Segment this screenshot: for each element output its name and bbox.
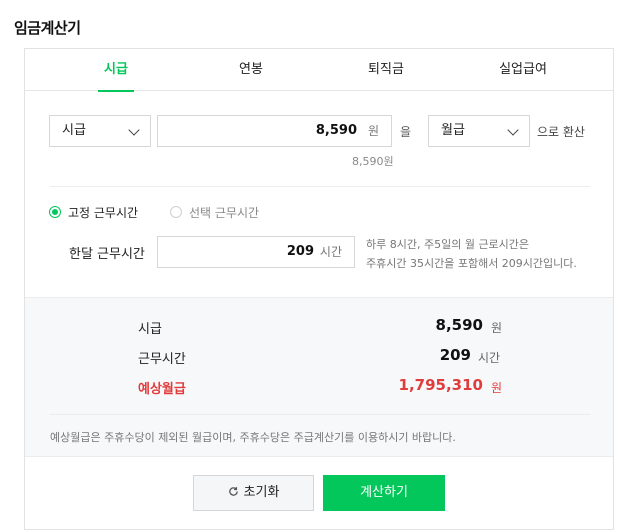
calculate-button[interactable]: 계산하기 [323,475,445,511]
amount-unit: 원 [367,124,379,138]
result-wage-unit: 원 [491,321,503,335]
calculate-button-label: 계산하기 [360,485,408,500]
result-divider [50,414,590,415]
convert-suffix: 으로 환산 [537,125,585,139]
wage-calculator-card: 시급 연봉 퇴직금 실업급여 시급 8,590 원 을 월급 으로 환산 8,5… [24,48,614,530]
particle-text: 을 [400,125,412,139]
page-title: 임금계산기 [14,19,81,37]
selected-hours-label: 선택 근무시간 [189,206,260,220]
chevron-down-icon [507,124,519,136]
tab-label: 연봉 [239,62,263,77]
reset-button[interactable]: 초기화 [193,475,314,511]
tab-label: 시급 [104,62,128,77]
result-wage-label: 시급 [138,322,162,337]
tab-label: 실업급여 [499,62,547,77]
tab-bar: 시급 연봉 퇴직금 실업급여 [25,49,613,92]
radio-unchecked-icon [170,206,182,218]
monthly-hours-label: 한달 근무시간 [69,247,145,262]
result-hours-value: 209 [439,346,471,364]
monthly-hours-unit: 시간 [319,245,342,259]
result-expected-unit: 원 [491,381,503,395]
to-unit-value: 월급 [441,123,465,138]
result-panel: 시급 8,590 원 근무시간 209 시간 예상월급 1,795,310 원 … [25,297,613,457]
fixed-hours-radio[interactable]: 고정 근무시간 [49,204,149,220]
amount-input[interactable]: 8,590 원 [157,115,392,147]
result-expected-value: 1,795,310 [398,376,483,394]
result-note: 예상월급은 주휴수당이 제외된 월급이며, 주휴수당은 주급계산기를 이용하시기… [50,431,456,444]
result-wage-value: 8,590 [435,316,483,334]
refresh-icon [228,487,238,496]
result-hours-unit: 시간 [478,351,501,365]
tab-unemployment[interactable]: 실업급여 [483,49,563,91]
tab-label: 퇴직금 [368,62,404,77]
amount-value: 8,590 [315,123,357,138]
monthly-hours-input[interactable]: 209 시간 [157,236,355,268]
result-expected-label: 예상월급 [138,382,186,397]
selected-hours-radio[interactable]: 선택 근무시간 [170,204,270,220]
section-divider [50,186,590,187]
radio-checked-icon [49,206,61,218]
chevron-down-icon [128,124,140,136]
monthly-hours-value: 209 [286,244,314,259]
active-tab-indicator [98,90,134,92]
to-unit-select[interactable]: 월급 [428,115,530,147]
hours-help-line-2: 주휴시간 35시간을 포함해서 209시간입니다. [366,257,577,270]
from-unit-value: 시급 [62,123,86,138]
amount-echo: 8,590원 [352,155,394,168]
tab-hourly[interactable]: 시급 [83,49,149,92]
hours-help-line-1: 하루 8시간, 주5일의 월 근로시간은 [366,238,530,251]
tab-severance[interactable]: 퇴직금 [353,49,419,91]
reset-button-label: 초기화 [243,485,280,500]
result-hours-label: 근무시간 [138,352,186,367]
from-unit-select[interactable]: 시급 [49,115,151,147]
fixed-hours-label: 고정 근무시간 [68,206,139,220]
tab-annual[interactable]: 연봉 [218,49,284,91]
